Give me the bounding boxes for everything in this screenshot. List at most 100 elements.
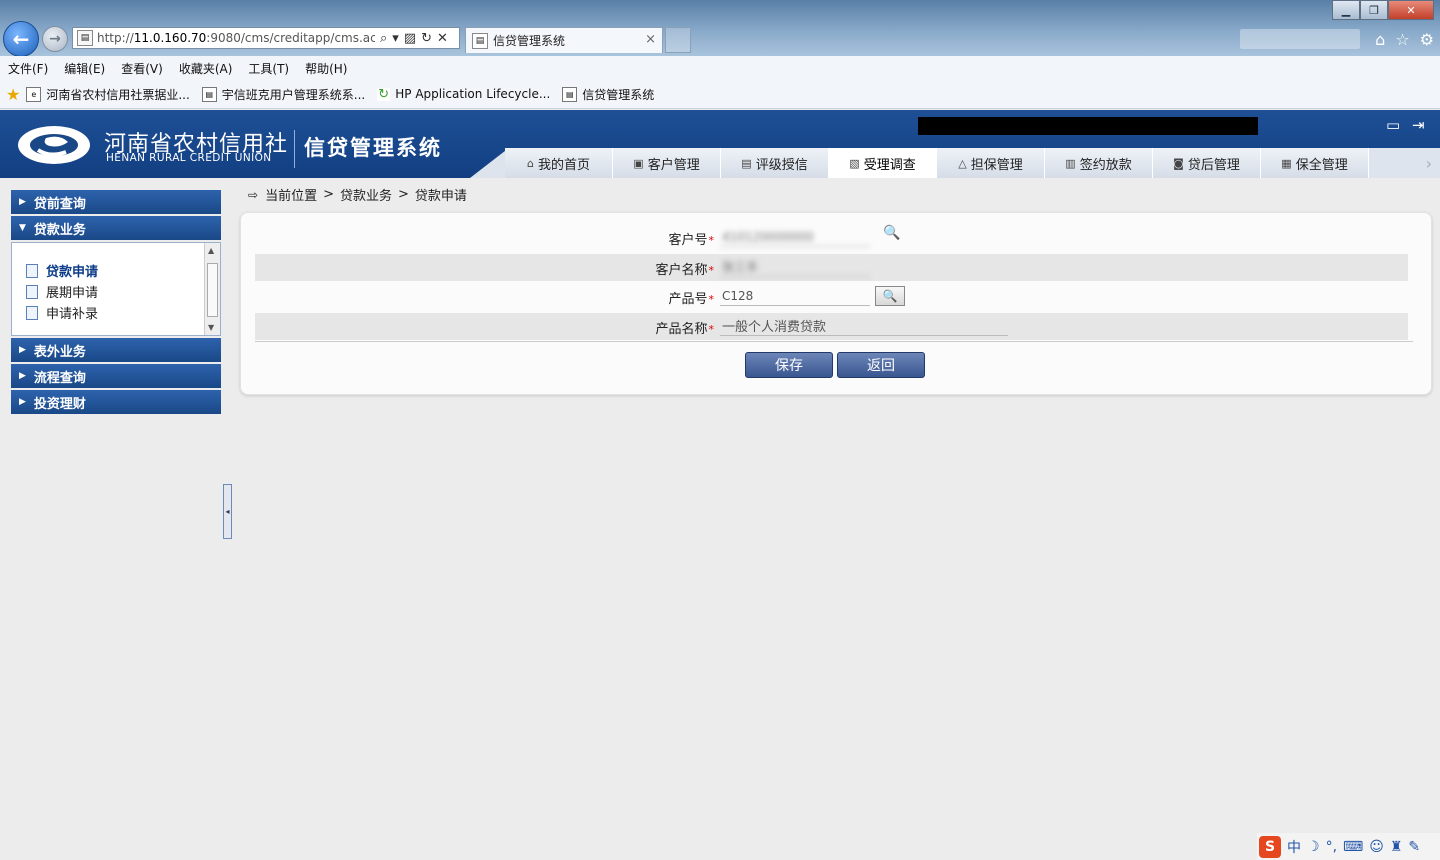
menu-help[interactable]: 帮助(H)	[297, 60, 355, 77]
sogou-ime-icon[interactable]: S	[1259, 835, 1281, 858]
favorite-link[interactable]: e 河南省农村信用社票据业...	[26, 86, 190, 103]
tab-label: 我的首页	[537, 157, 590, 173]
tab-postloan[interactable]: ◙ 贷后管理	[1153, 148, 1261, 178]
loan-application-form: 客户号* 🔍 客户名称* 产品号* 🔍 产品名称* 保存 返回	[240, 212, 1432, 395]
product-search-button[interactable]: 🔍	[875, 286, 905, 306]
tab-label: 受理调查	[863, 157, 916, 173]
page-icon: ▤	[562, 86, 578, 102]
product-name-input[interactable]	[720, 316, 1008, 336]
browser-tools: ⌂ ☆ ⚙	[1375, 30, 1434, 49]
browser-search-box[interactable]	[1240, 29, 1360, 49]
menu-edit[interactable]: 编辑(E)	[56, 60, 113, 77]
chevron-right-icon[interactable]: ›	[1426, 154, 1432, 173]
page-icon: ▤	[77, 30, 93, 46]
tab-rating[interactable]: ▤ 评级授信	[721, 148, 829, 178]
product-no-input[interactable]	[720, 286, 870, 306]
back-arrow-icon[interactable]: ←	[3, 21, 39, 57]
forward-arrow-icon[interactable]: →	[42, 26, 68, 52]
monitor-icon[interactable]: ▭	[1386, 116, 1400, 134]
scroll-down-icon[interactable]: ▼	[208, 323, 214, 332]
address-bar[interactable]: ▤ http://11.0.160.70:9080/cms/creditapp/…	[72, 27, 460, 49]
keyboard-icon[interactable]: ⌨	[1343, 839, 1363, 855]
new-tab-button[interactable]	[665, 27, 691, 53]
sidebar-item-application-supplement[interactable]: 申请补录	[26, 303, 98, 322]
favorite-link[interactable]: ▤ 宇信班克用户管理系统系...	[201, 86, 365, 103]
app-header: 河南省农村信用社 HENAN RURAL CREDIT UNION 信贷管理系统…	[0, 110, 1440, 178]
main-nav: ⌂ 我的首页 ▣ 客户管理 ▤ 评级授信 ▧ 受理调查 △ 担保管理 ▥ 签约放款 ◙ 贷后管理 ▦ 保全管理	[505, 148, 1369, 178]
browser-titlebar: ← → ▤ http://11.0.160.70:9080/cms/credit…	[0, 0, 1440, 57]
scrollbar-thumb[interactable]	[207, 263, 218, 317]
ime-mode[interactable]: 中	[1287, 837, 1301, 857]
window-close-button[interactable]: ✕	[1388, 0, 1434, 20]
customer-no-input[interactable]	[720, 227, 870, 247]
moon-icon[interactable]: ☽	[1307, 839, 1320, 855]
favorite-link[interactable]: ↻ HP Application Lifecycle...	[377, 87, 550, 102]
postloan-icon: ◙	[1173, 156, 1184, 170]
menu-tools[interactable]: 工具(T)	[240, 60, 297, 77]
sidebar-scrollbar[interactable]: ▲ ▼	[204, 243, 220, 335]
punctuation-icon[interactable]: °,	[1326, 839, 1337, 855]
close-icon[interactable]: ×	[645, 32, 656, 47]
stop-icon[interactable]: ✕	[437, 31, 448, 46]
document-icon	[26, 284, 38, 299]
tab-label: 贷后管理	[1187, 157, 1240, 173]
menu-favorites[interactable]: 收藏夹(A)	[171, 60, 241, 77]
refresh-icon[interactable]: ↻	[421, 31, 432, 46]
sidebar-item-loan-application[interactable]: 贷款申请	[26, 261, 98, 280]
home-icon[interactable]: ⌂	[1375, 30, 1385, 49]
menu-file[interactable]: 文件(F)	[0, 60, 56, 77]
search-icon[interactable]: ⌕	[380, 31, 387, 46]
tab-contract[interactable]: ▥ 签约放款	[1045, 148, 1153, 178]
menu-view[interactable]: 查看(V)	[113, 60, 171, 77]
address-text[interactable]: http://11.0.160.70:9080/cms/creditapp/cm…	[97, 31, 375, 45]
scroll-up-icon[interactable]: ▲	[208, 246, 214, 255]
sidebar-section-loan-business[interactable]: ▼ 贷款业务	[11, 216, 221, 240]
favorite-link[interactable]: ▤ 信贷管理系统	[562, 86, 654, 103]
tab-guarantee[interactable]: △ 担保管理	[937, 148, 1045, 178]
product-no-label: 产品号*	[668, 292, 714, 307]
caret-right-icon: ▶	[19, 345, 26, 355]
minimize-button[interactable]: ▁	[1332, 0, 1360, 20]
browser-tab[interactable]: ▤ 信贷管理系统 ×	[465, 27, 663, 53]
favorites-bar: ★ e 河南省农村信用社票据业... ▤ 宇信班克用户管理系统系... ↻ HP Ap…	[0, 80, 1440, 109]
caret-down-icon: ▼	[19, 223, 26, 233]
user-icon[interactable]: ☺	[1369, 839, 1384, 855]
sidebar-section-process-query[interactable]: ▶ 流程查询	[11, 364, 221, 388]
ime-status-bar: S 中 ☽ °, ⌨ ☺ ♜ ✎	[1257, 833, 1440, 860]
customer-name-label: 客户名称*	[655, 263, 714, 278]
sidebar-item-extension-application[interactable]: 展期申请	[26, 282, 98, 301]
logo-emblem-icon	[18, 126, 90, 164]
tab-title: 信贷管理系统	[493, 34, 566, 48]
tab-preserve[interactable]: ▦ 保全管理	[1261, 148, 1369, 178]
sidebar-collapse-handle[interactable]: ◂	[223, 484, 232, 539]
compat-view-icon[interactable]: ▨	[404, 31, 416, 46]
search-icon[interactable]: 🔍	[883, 225, 900, 241]
tab-customer[interactable]: ▣ 客户管理	[613, 148, 721, 178]
save-button[interactable]: 保存	[745, 352, 833, 378]
favorites-star-icon[interactable]: ☆	[1395, 30, 1409, 49]
survey-icon: ▧	[849, 156, 860, 170]
breadcrumb-level1[interactable]: 贷款业务	[340, 185, 392, 204]
page-icon: ▤	[472, 32, 488, 49]
dropdown-icon[interactable]: ▾	[392, 31, 399, 46]
logout-icon[interactable]: ⇥	[1412, 116, 1425, 134]
tab-home[interactable]: ⌂ 我的首页	[505, 148, 613, 178]
skin-icon[interactable]: ♜	[1390, 839, 1403, 855]
tab-survey[interactable]: ▧ 受理调查	[829, 148, 937, 178]
wrench-icon[interactable]: ✎	[1408, 839, 1420, 855]
document-icon	[26, 263, 38, 278]
back-button[interactable]: 返回	[837, 352, 925, 378]
customer-name-input[interactable]	[720, 257, 870, 277]
tab-label: 评级授信	[755, 157, 808, 173]
maximize-button[interactable]: ❐	[1360, 0, 1388, 20]
page-icon: e	[26, 86, 42, 102]
favorites-star-icon[interactable]: ★	[6, 85, 20, 104]
breadcrumb-level2: 贷款申请	[414, 189, 467, 204]
home-icon: ⌂	[527, 156, 534, 170]
sidebar-section-off-balance[interactable]: ▶ 表外业务	[11, 338, 221, 362]
rating-icon: ▤	[741, 156, 752, 170]
sidebar-section-preloan-query[interactable]: ▶ 贷前查询	[11, 190, 221, 214]
gear-icon[interactable]: ⚙	[1420, 30, 1434, 49]
sidebar-section-investment[interactable]: ▶ 投资理财	[11, 390, 221, 414]
logo-divider	[294, 130, 295, 168]
